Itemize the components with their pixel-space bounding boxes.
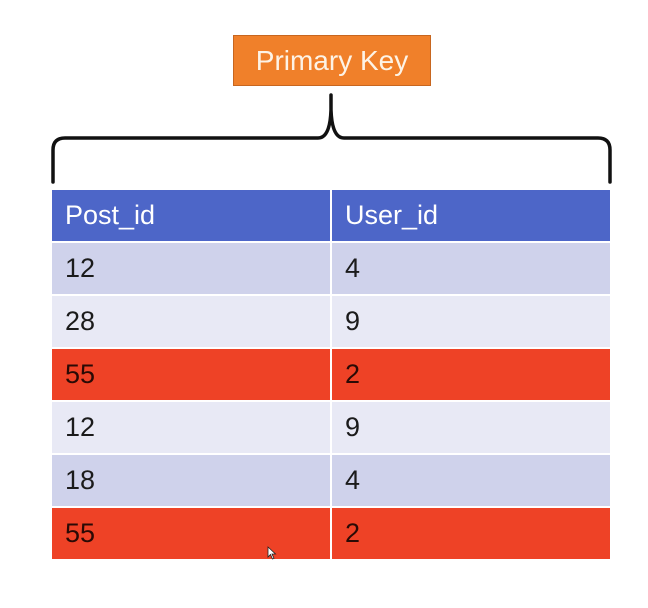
posts-users-table: Post_id User_id 12 4 28 9 55 2 12 9 18 4… — [52, 190, 610, 561]
table-row-duplicate: 55 2 — [52, 349, 610, 400]
header-user-id: User_id — [332, 190, 610, 241]
table-row: 12 9 — [52, 402, 610, 453]
post-id-cell: 12 — [52, 402, 330, 453]
user-id-cell: 9 — [332, 296, 610, 347]
user-id-cell: 2 — [332, 508, 610, 559]
user-id-cell: 9 — [332, 402, 610, 453]
post-id-cell: 28 — [52, 296, 330, 347]
table-row: 18 4 — [52, 455, 610, 506]
post-id-cell: 55 — [52, 349, 330, 400]
post-id-cell: 55 — [52, 508, 330, 559]
user-id-cell: 2 — [332, 349, 610, 400]
table-header-row: Post_id User_id — [52, 190, 610, 241]
user-id-cell: 4 — [332, 455, 610, 506]
mouse-cursor-icon — [267, 546, 277, 560]
curly-brace-icon — [51, 93, 612, 184]
post-id-cell: 12 — [52, 243, 330, 294]
table-row-duplicate: 55 2 — [52, 508, 610, 559]
table-row: 28 9 — [52, 296, 610, 347]
user-id-cell: 4 — [332, 243, 610, 294]
post-id-cell: 18 — [52, 455, 330, 506]
table-row: 12 4 — [52, 243, 610, 294]
header-post-id: Post_id — [52, 190, 330, 241]
